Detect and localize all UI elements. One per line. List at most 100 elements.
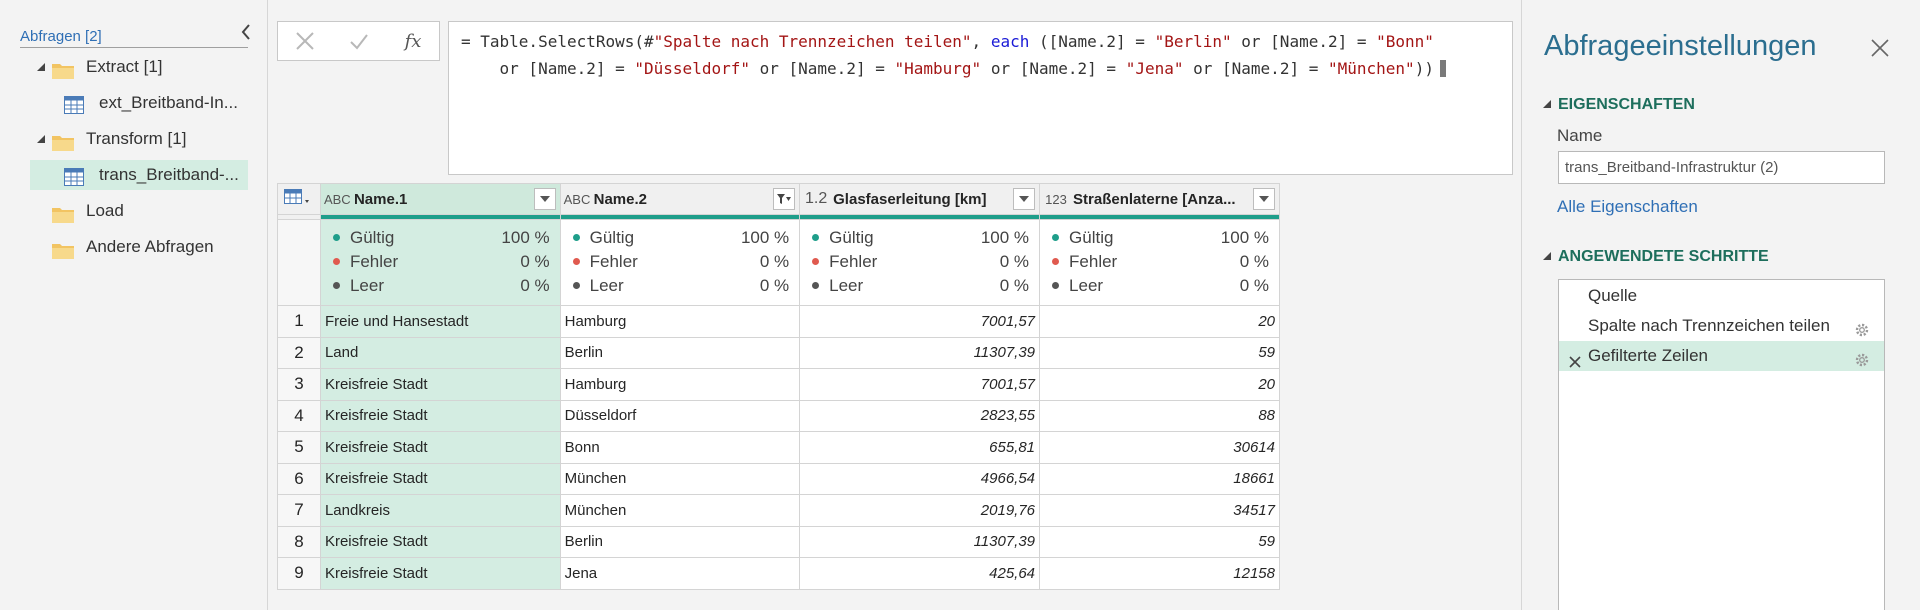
table-cell[interactable]: München	[559, 462, 801, 495]
table-cell[interactable]: 30614	[1039, 431, 1280, 464]
column-header-name1[interactable]: ABC Name.1	[319, 183, 561, 215]
column-filter-button[interactable]	[1013, 188, 1036, 210]
table-cell[interactable]: Kreisfreie Stadt	[319, 368, 561, 401]
formula-editor[interactable]: = Table.SelectRows(#"Spalte nach Trennze…	[448, 21, 1559, 175]
table-cell[interactable]: 2823,55	[799, 399, 1041, 432]
table-cell[interactable]: Land	[319, 336, 561, 369]
table-cell[interactable]: 11307,39	[799, 525, 1041, 558]
query-name-input[interactable]	[1558, 151, 1885, 184]
quality-valid-label: Gültig	[1069, 228, 1114, 247]
column-header-name2[interactable]: ABC Name.2	[559, 183, 801, 215]
quality-error-label: Fehler	[829, 252, 878, 271]
row-number[interactable]: 6	[277, 462, 321, 495]
text-type-icon[interactable]: ABC	[324, 192, 351, 207]
table-cell[interactable]: 20	[1039, 368, 1280, 401]
table-cell[interactable]: 88	[1039, 399, 1280, 432]
row-number[interactable]: 4	[277, 399, 321, 432]
tree-group-transform[interactable]: Transform [1]	[34, 124, 264, 154]
expanded-triangle-icon[interactable]	[34, 124, 48, 154]
collapse-pane-icon[interactable]	[237, 20, 255, 44]
table-cell[interactable]: 11307,39	[799, 336, 1041, 369]
column-name: Name.1	[353, 190, 408, 208]
table-cell[interactable]: 4966,54	[799, 462, 1041, 495]
tree-group-other[interactable]: Andere Abfragen	[34, 232, 264, 262]
table-cell[interactable]: 425,64	[799, 557, 1041, 590]
row-number[interactable]: 2	[277, 336, 321, 369]
properties-section-header[interactable]: EIGENSCHAFTEN	[1542, 96, 1695, 114]
table-cell[interactable]: Hamburg	[559, 305, 801, 338]
table-cell[interactable]: 18661	[1039, 462, 1280, 495]
table-cell[interactable]: 7001,57	[799, 368, 1041, 401]
step-spalte-teilen[interactable]: Spalte nach Trennzeichen teilen	[1559, 311, 1884, 341]
table-cell[interactable]: 7001,57	[799, 305, 1041, 338]
formula-string: "Hamburg"	[894, 59, 982, 78]
table-cell[interactable]: München	[559, 494, 801, 527]
row-number[interactable]: 1	[277, 305, 321, 338]
delete-step-icon[interactable]	[1568, 349, 1582, 368]
table-icon	[284, 189, 309, 204]
table-cell[interactable]: 20	[1039, 305, 1280, 338]
column-header-strassenlaterne[interactable]: 123 Straßenlaterne [Anza...	[1039, 183, 1280, 215]
quality-valid-percent: 100 %	[980, 228, 1030, 247]
decimal-type-icon[interactable]: 1.2	[803, 190, 829, 208]
close-settings-button[interactable]	[1870, 38, 1890, 58]
table-cell[interactable]: Kreisfreie Stadt	[319, 431, 561, 464]
all-properties-link[interactable]: Alle Eigenschaften	[1557, 197, 1698, 217]
table-cell[interactable]: 12158	[1039, 557, 1280, 590]
table-cell[interactable]: Berlin	[559, 525, 801, 558]
cancel-formula-button[interactable]	[278, 22, 332, 60]
expanded-triangle-icon[interactable]	[34, 52, 48, 82]
table-cell[interactable]: 2019,76	[799, 494, 1041, 527]
query-item-trans[interactable]: trans_Breitband-...	[30, 160, 248, 190]
table-cell[interactable]: Landkreis	[319, 494, 561, 527]
column-filter-button[interactable]	[1253, 188, 1275, 210]
formula-string: "München"	[1327, 59, 1415, 78]
queries-header[interactable]: Abfragen [2]	[20, 26, 248, 48]
data-grid: ABC Name.1 ABC Name.2 1.2 Glasfaserleitu…	[277, 183, 1280, 590]
column-filter-button[interactable]	[533, 188, 556, 210]
collapse-formula-button[interactable]	[1484, 30, 1559, 72]
table-cell[interactable]: Kreisfreie Stadt	[319, 557, 561, 590]
confirm-formula-button[interactable]	[332, 22, 386, 60]
query-item-ext[interactable]: ext_Breitband-In...	[34, 88, 264, 118]
quality-empty-percent: 0 %	[1239, 276, 1269, 295]
table-menu-button[interactable]	[277, 183, 321, 215]
integer-type-icon[interactable]: 123	[1043, 192, 1069, 207]
formula-keyword: each	[990, 32, 1030, 51]
table-cell[interactable]: 655,81	[799, 431, 1041, 464]
gear-icon[interactable]	[1854, 318, 1870, 337]
quality-valid-dot	[1052, 234, 1060, 241]
column-filter-button[interactable]	[773, 188, 796, 210]
table-cell[interactable]: Düsseldorf	[559, 399, 801, 432]
table-cell[interactable]: Hamburg	[559, 368, 801, 401]
row-number[interactable]: 5	[277, 431, 321, 464]
table-cell[interactable]: Kreisfreie Stadt	[319, 399, 561, 432]
table-cell[interactable]: Berlin	[559, 336, 801, 369]
table-cell[interactable]: Bonn	[559, 431, 801, 464]
gear-icon[interactable]	[1854, 348, 1870, 367]
column-header-glasfaser[interactable]: 1.2 Glasfaserleitung [km]	[799, 183, 1041, 215]
table-cell[interactable]: Jena	[559, 557, 801, 590]
row-number[interactable]: 8	[277, 525, 321, 558]
close-icon	[296, 32, 314, 50]
table-cell[interactable]: 59	[1039, 525, 1280, 558]
step-quelle[interactable]: Quelle	[1559, 281, 1884, 311]
row-number[interactable]: 9	[277, 557, 321, 590]
step-gefilterte-zeilen[interactable]: Gefilterte Zeilen	[1559, 341, 1884, 371]
tree-group-load[interactable]: Load	[34, 196, 264, 226]
table-cell[interactable]: 34517	[1039, 494, 1280, 527]
table-cell[interactable]: Freie und Hansestadt	[319, 305, 561, 338]
quality-error-label: Fehler	[589, 252, 638, 271]
insert-function-button[interactable]: fx	[386, 22, 440, 60]
table-cell[interactable]: 59	[1039, 336, 1280, 369]
query-item-label: ext_Breitband-In...	[99, 93, 238, 112]
table-cell[interactable]: Kreisfreie Stadt	[319, 525, 561, 558]
row-number[interactable]: 7	[277, 494, 321, 527]
text-type-icon[interactable]: ABC	[564, 192, 591, 207]
applied-steps-section-header[interactable]: ANGEWENDETE SCHRITTE	[1542, 248, 1769, 266]
tree-group-extract[interactable]: Extract [1]	[34, 52, 264, 82]
table-cell[interactable]: Kreisfreie Stadt	[319, 462, 561, 495]
tree-group-label: Extract [1]	[86, 57, 163, 76]
row-number[interactable]: 3	[277, 368, 321, 401]
formula-string: "Jena"	[1125, 59, 1184, 78]
